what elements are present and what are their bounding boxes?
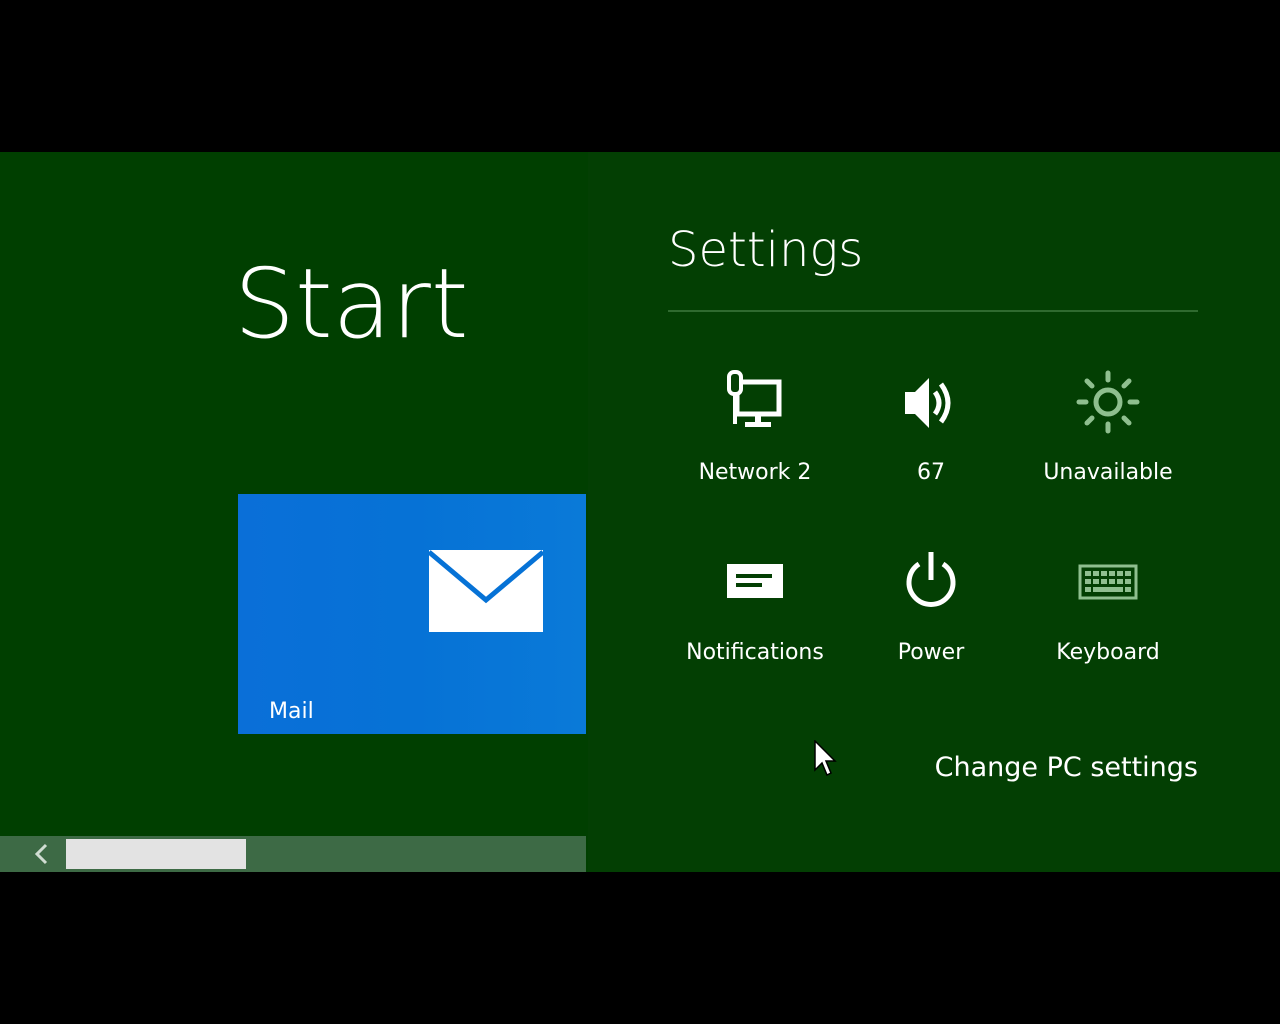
keyboard-setting[interactable]: Keyboard — [1028, 550, 1188, 670]
volume-label: 67 — [917, 460, 945, 485]
change-pc-settings-link[interactable]: Change PC settings — [935, 752, 1198, 783]
power-setting[interactable]: Power — [851, 550, 1011, 670]
brightness-setting[interactable]: Unavailable — [1028, 370, 1188, 490]
keyboard-label: Keyboard — [1056, 640, 1160, 665]
notifications-icon — [727, 564, 783, 598]
network-icon — [727, 370, 782, 427]
notifications-setting[interactable]: Notifications — [675, 550, 835, 670]
start-title: Start — [234, 248, 469, 360]
mail-tile-label: Mail — [269, 699, 314, 724]
power-label: Power — [897, 640, 965, 665]
horizontal-scrollbar[interactable] — [0, 836, 586, 872]
mouse-cursor-icon — [814, 740, 837, 777]
mail-icon — [429, 550, 543, 632]
scrollbar-thumb[interactable] — [66, 839, 246, 869]
mail-tile[interactable]: Mail — [238, 494, 586, 734]
settings-charm-pane: Settings Network 2 67 Unavailable Notifi… — [588, 152, 1280, 872]
volume-setting[interactable]: 67 — [851, 370, 1011, 490]
brightness-label: Unavailable — [1043, 460, 1173, 485]
scroll-left-icon[interactable] — [24, 838, 60, 870]
power-icon — [906, 552, 956, 607]
network-label: Network 2 — [698, 460, 812, 485]
keyboard-icon — [1078, 564, 1138, 600]
notifications-label: Notifications — [686, 640, 824, 665]
volume-icon — [905, 378, 951, 428]
network-setting[interactable]: Network 2 — [675, 370, 835, 490]
start-screen: Start Mail Settings Network 2 67 Unavail… — [0, 152, 1280, 872]
settings-divider — [668, 310, 1198, 312]
settings-title: Settings — [668, 222, 864, 278]
brightness-icon — [1076, 370, 1140, 434]
